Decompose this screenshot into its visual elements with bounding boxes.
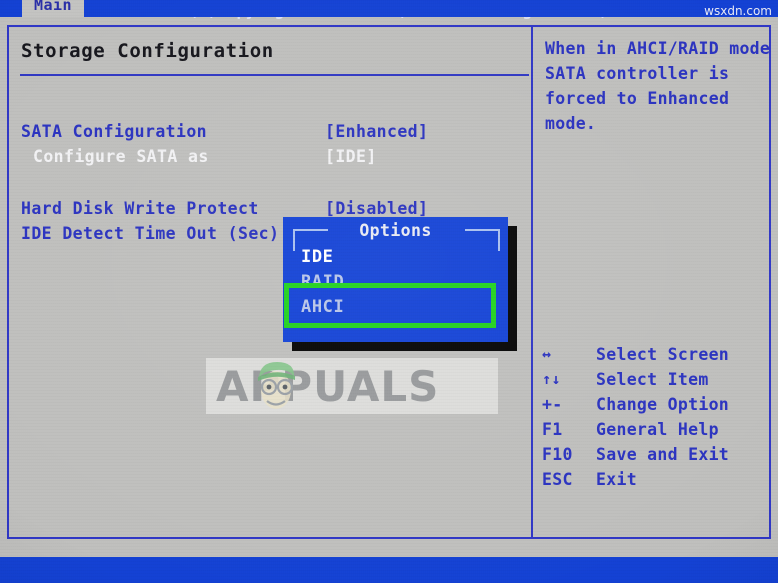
setting-label-hard-disk-write-protect[interactable]: Hard Disk Write Protect <box>21 199 259 218</box>
legend-row-select-item: ↑↓ Select Item <box>540 367 775 392</box>
setting-value-sata-configuration[interactable]: [Enhanced] <box>325 122 428 141</box>
menu-bar <box>0 0 778 17</box>
tab-main[interactable]: Main <box>22 0 84 17</box>
setting-label-configure-sata-as[interactable]: Configure SATA as <box>33 147 209 166</box>
legend-row-select-screen: ↔ Select Screen <box>540 342 775 367</box>
plus-minus-icon: +- <box>542 395 563 414</box>
key-legend: ↔ Select Screen ↑↓ Select Item +- Change… <box>540 342 775 492</box>
setting-label-ide-detect-time-out[interactable]: IDE Detect Time Out (Sec) <box>21 224 279 243</box>
legend-row-general-help: F1 General Help <box>540 417 775 442</box>
setting-label-sata-configuration[interactable]: SATA Configuration <box>21 122 207 141</box>
mascot-icon <box>258 362 295 409</box>
legend-label: Select Item <box>596 370 709 389</box>
legend-label: General Help <box>596 420 719 439</box>
legend-row-save-and-exit: F10 Save and Exit <box>540 442 775 467</box>
page-title: Storage Configuration <box>21 40 274 62</box>
legend-row-exit: ESC Exit <box>540 467 775 492</box>
help-panel: When in AHCI/RAID mode SATA controller i… <box>545 36 775 136</box>
setting-value-hard-disk-write-protect[interactable]: [Disabled] <box>325 199 428 218</box>
legend-label: Exit <box>596 470 637 489</box>
footer-bar <box>0 557 778 583</box>
key-esc: ESC <box>542 470 573 489</box>
corner-bracket-icon <box>465 229 500 251</box>
legend-label: Change Option <box>596 395 730 414</box>
legend-row-change-option: +- Change Option <box>540 392 775 417</box>
panel-divider <box>531 25 533 539</box>
help-line: forced to Enhanced <box>545 89 730 108</box>
watermark-source: wsxdn.com <box>704 4 772 18</box>
legend-label: Save and Exit <box>596 445 730 464</box>
highlight-annotation-ahci <box>284 283 496 328</box>
bios-setup-screen: Main Storage Configuration SATA Configur… <box>0 0 778 583</box>
key-f10: F10 <box>542 445 573 464</box>
title-divider <box>20 74 529 76</box>
dialog-option-ide[interactable]: IDE <box>301 247 334 267</box>
watermark-appuals: APPUALS <box>206 358 498 414</box>
legend-label: Select Screen <box>596 345 730 364</box>
arrows-vertical-icon: ↑↓ <box>542 370 561 388</box>
arrows-horizontal-icon: ↔ <box>542 345 552 363</box>
help-line: When in AHCI/RAID mode <box>545 39 771 58</box>
setting-value-configure-sata-as[interactable]: [IDE] <box>325 147 377 166</box>
help-line: mode. <box>545 114 597 133</box>
help-line: SATA controller is <box>545 64 730 83</box>
key-f1: F1 <box>542 420 563 439</box>
